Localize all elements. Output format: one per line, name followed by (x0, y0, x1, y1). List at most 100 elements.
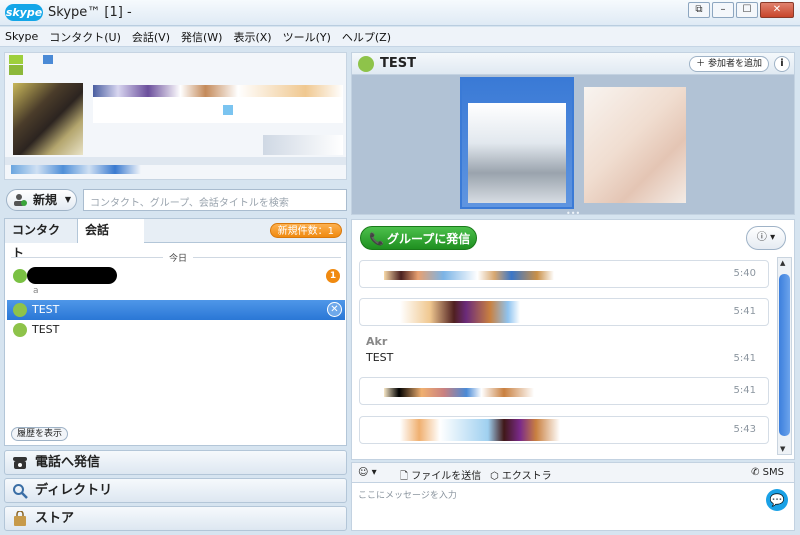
close-conversation-icon[interactable]: ✕ (327, 302, 342, 317)
message-time: 5:40 (733, 268, 756, 279)
menu-conversations[interactable]: 会話(V) (132, 29, 170, 45)
menu-tools[interactable]: ツール(Y) (283, 29, 331, 45)
redacted-text (400, 419, 560, 441)
call-bar: 📞 グループに発信 ⓘ ▾ (351, 219, 795, 255)
participant-tile-self[interactable] (460, 77, 574, 209)
participants-stage: ••• (351, 75, 795, 218)
minimize-button[interactable]: – (712, 2, 734, 18)
sms-button[interactable]: ✆ SMS (751, 467, 784, 478)
bag-icon (14, 511, 26, 526)
status-mark (9, 55, 23, 64)
day-separator: 今日 (11, 251, 341, 264)
group-chat-icon (358, 56, 374, 72)
new-count-badge[interactable]: 新規件数：1 (269, 223, 342, 238)
contacts-panel: コンタクト 会話 新規件数：1 今日 1 a TEST ✕ TEST 履歴を表示 (4, 218, 347, 446)
redacted-text (400, 301, 520, 323)
store-label: ストア (35, 511, 75, 526)
add-participant-label: 参加者を追加 (707, 59, 762, 69)
search-input[interactable]: コンタクト、グループ、会話タイトルを検索 (83, 189, 347, 211)
call-group-button[interactable]: 📞 グループに発信 (360, 226, 477, 250)
call-options-icon: ⓘ ▾ (756, 232, 776, 243)
profile-panel (4, 52, 347, 180)
menu-call[interactable]: 発信(W) (181, 29, 222, 45)
chat-message: 5:40 (359, 260, 769, 288)
composer-toolbar: ☺ ▾ 🗋 ファイルを送信 ⬡ エクストラ ✆ SMS (351, 462, 795, 483)
display-name-redacted (93, 85, 343, 97)
window-title: Skype™ [1] - (48, 5, 132, 20)
menu-view[interactable]: 表示(X) (233, 29, 271, 45)
chat-history: 5:40 5:41 Akr TEST 5:41 5:41 5:43 ▲ ▼ (351, 255, 795, 460)
conversation-header: TEST ＋ 参加者を追加 i (351, 52, 795, 75)
emoticon-button[interactable]: ☺ ▾ (358, 467, 377, 478)
conversation-label: TEST (32, 303, 60, 316)
message-sender: Akr (366, 335, 388, 348)
message-input-placeholder: ここにメッセージを入力 (358, 491, 457, 501)
menu-bar: Skype コンタクト(U) 会話(V) 発信(W) 表示(X) ツール(Y) … (0, 27, 800, 47)
add-contact-icon (14, 194, 27, 206)
call-phones-button[interactable]: 電話へ発信 (4, 450, 347, 475)
new-button[interactable]: 新規 ▼ (6, 189, 77, 211)
conversation-title[interactable]: TEST (380, 56, 416, 71)
close-button[interactable]: ✕ (760, 2, 794, 18)
chat-bubble-icon: 💬 (769, 493, 785, 507)
redacted-text (384, 388, 534, 397)
menu-skype[interactable]: Skype (5, 30, 38, 43)
participant-tile[interactable] (584, 87, 686, 203)
chat-scrollbar[interactable]: ▲ ▼ (777, 257, 792, 455)
call-options-button[interactable]: ⓘ ▾ (746, 226, 786, 250)
menu-contacts[interactable]: コンタクト(U) (49, 29, 121, 45)
info-icon[interactable]: i (774, 56, 790, 72)
group-chat-icon (13, 303, 27, 317)
conversation-label: TEST (32, 323, 60, 336)
add-participant-button[interactable]: ＋ 参加者を追加 (689, 56, 769, 72)
group-chat-icon (13, 323, 27, 337)
message-time: 5:41 (733, 306, 756, 317)
tab-contacts[interactable]: コンタクト (5, 219, 78, 260)
message-text: TEST (366, 351, 394, 364)
title-bar: skype Skype™ [1] - ⧉ – ☐ ✕ (0, 0, 800, 26)
window-controls: ⧉ – ☐ ✕ (688, 2, 794, 18)
message-input[interactable]: ここにメッセージを入力 💬 (351, 483, 795, 531)
tab-conversations[interactable]: 会話 (78, 219, 144, 244)
maximize-button[interactable]: ☐ (736, 2, 758, 18)
redacted-block (43, 55, 53, 64)
conversation-item[interactable]: TEST (7, 320, 345, 340)
chat-message: 5:43 (359, 416, 769, 444)
conversation-item[interactable]: 1 (7, 266, 345, 286)
skype-logo: skype (5, 4, 43, 21)
conversation-item-selected[interactable]: TEST ✕ (7, 300, 345, 320)
extras-label: エクストラ (501, 471, 552, 482)
magnifier-icon (13, 484, 28, 499)
message-time: 5:43 (733, 424, 756, 435)
smiley-icon: ☺ ▾ (358, 467, 377, 478)
message-time: 5:41 (733, 353, 756, 364)
file-icon: 🗋 (400, 471, 409, 482)
phone-icon: 📞 (369, 232, 384, 246)
send-message-button[interactable]: 💬 (766, 489, 788, 511)
resize-grip[interactable]: ••• (566, 209, 580, 218)
scroll-thumb[interactable] (779, 274, 790, 436)
scroll-down-icon[interactable]: ▼ (780, 445, 785, 453)
message-time: 5:41 (733, 385, 756, 396)
avatar[interactable] (13, 83, 83, 155)
chevron-down-icon: ▼ (64, 195, 71, 204)
directory-label: ディレクトリ (35, 483, 113, 498)
plus-icon: ＋ (696, 59, 706, 69)
store-button[interactable]: ストア (4, 506, 347, 531)
conversation-preview: a (33, 286, 39, 296)
call-group-label: グループに発信 (387, 232, 471, 246)
online-status-icon (13, 269, 27, 283)
extras-button[interactable]: ⬡ エクストラ (490, 467, 552, 482)
send-file-label: ファイルを送信 (411, 471, 482, 482)
redacted-block (11, 165, 141, 174)
directory-button[interactable]: ディレクトリ (4, 478, 347, 503)
participant-avatar (468, 103, 566, 203)
profile-divider (5, 157, 346, 165)
scroll-up-icon[interactable]: ▲ (780, 259, 785, 267)
phone-icon (13, 457, 27, 469)
chat-message: 5:41 (359, 377, 769, 405)
menu-help[interactable]: ヘルプ(Z) (342, 29, 391, 45)
compact-view-button[interactable]: ⧉ (688, 2, 710, 18)
mood-message-redacted[interactable] (93, 97, 343, 123)
show-history-button[interactable]: 履歴を表示 (11, 427, 69, 441)
